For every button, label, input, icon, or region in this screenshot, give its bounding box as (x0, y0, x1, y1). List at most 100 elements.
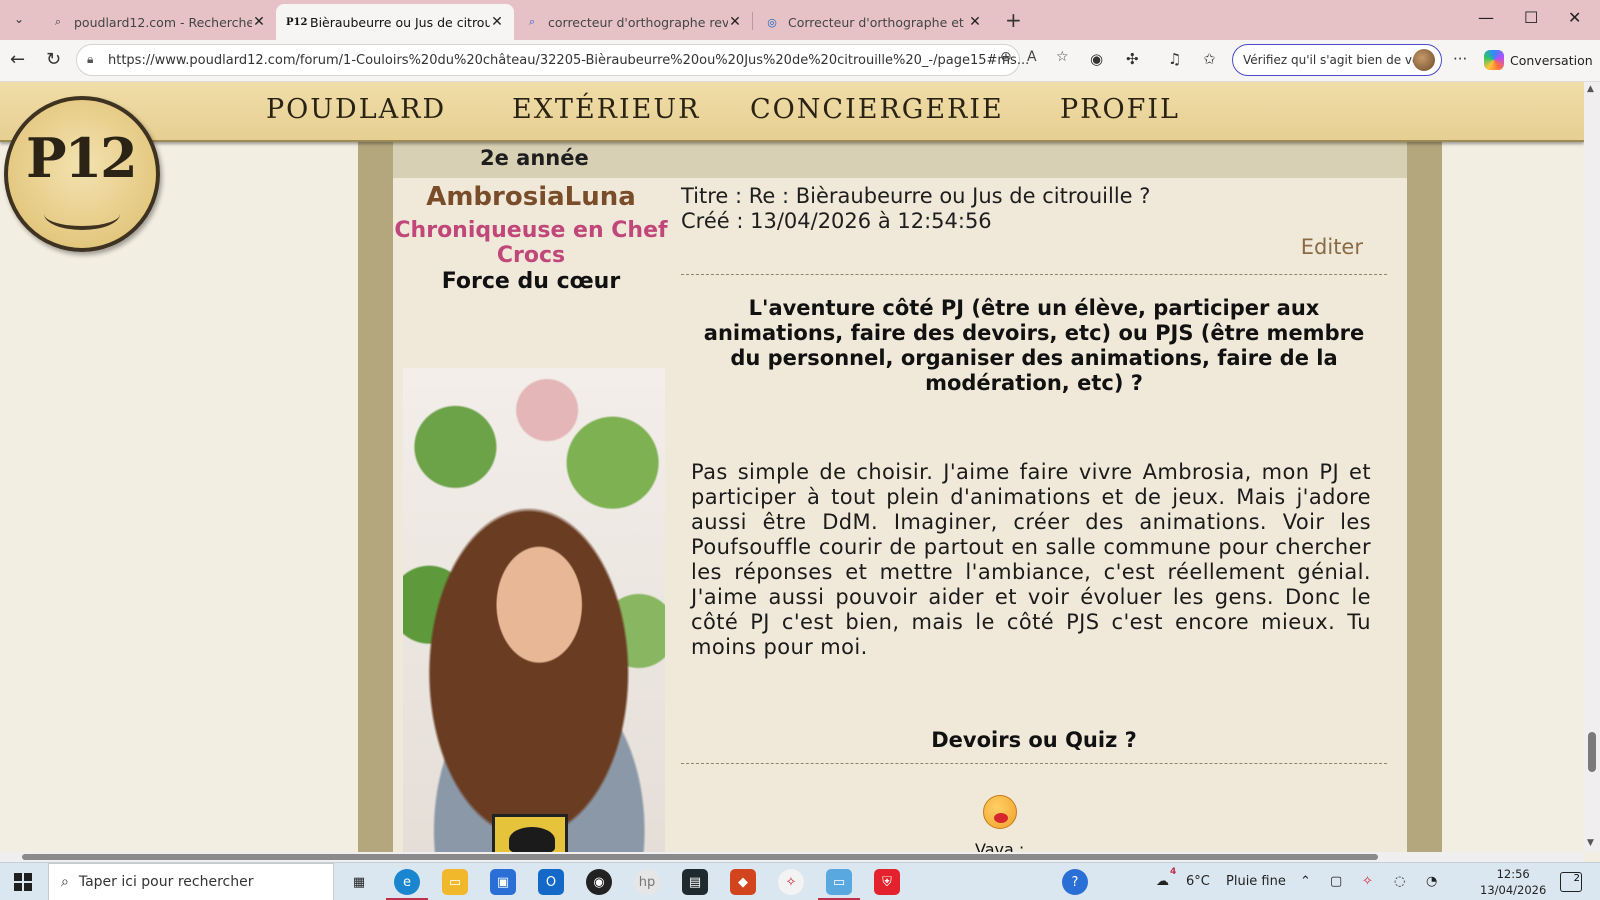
author-avatar (403, 368, 665, 852)
browser-essentials-icon[interactable]: ◉ (1090, 50, 1103, 68)
divider (681, 274, 1387, 275)
help-icon[interactable]: ? (1062, 869, 1088, 895)
windows-start-icon[interactable] (14, 873, 32, 891)
extensions-icon[interactable]: ✣ (1126, 50, 1139, 68)
security-app-icon[interactable]: ◆ (730, 869, 756, 895)
close-tab-icon[interactable]: ✕ (252, 14, 266, 30)
author-force: Force du cœur (441, 269, 621, 294)
vertical-scrollbar[interactable]: ▲ ▼ (1584, 82, 1600, 852)
close-tab-icon[interactable]: ✕ (490, 14, 504, 30)
dragon-emblem-icon (44, 198, 120, 230)
meet-now-icon[interactable]: ▢ (1330, 874, 1342, 889)
zoom-icon[interactable]: ⊕ (1000, 49, 1012, 65)
post-question: L'aventure côté PJ (être un élève, parti… (703, 296, 1365, 395)
taskbar-search-box[interactable]: ⌕ Taper ici pour rechercher (48, 863, 334, 900)
favorite-star-icon[interactable]: ☆ (1056, 49, 1069, 65)
system-clock[interactable]: 12:56 13/04/2026 (1480, 866, 1546, 898)
window-close-icon[interactable]: ✕ (1568, 8, 1581, 27)
post-meta: Titre : Re : Bièraubeurre ou Jus de citr… (681, 184, 1150, 234)
weather-text[interactable]: Pluie fine (1226, 874, 1286, 889)
post-title: Titre : Re : Bièraubeurre ou Jus de citr… (681, 184, 1151, 208)
app-icon[interactable]: ◉ (586, 869, 612, 895)
outlook-icon[interactable]: O (538, 869, 564, 895)
reload-icon[interactable]: ↻ (46, 49, 61, 70)
microsoft-store-icon[interactable]: ▣ (490, 869, 516, 895)
windows-taskbar: ⌕ Taper ici pour rechercher ▦ e ▭ ▣ O ◉ … (0, 862, 1600, 900)
author-title: Chroniqueuse en Chef Crocs (394, 218, 668, 268)
profile-avatar (1413, 49, 1435, 71)
signature-divider (681, 763, 1387, 764)
favorites-icon[interactable]: ✩ (1203, 50, 1216, 68)
reverso-icon: ◎ (767, 15, 777, 29)
copilot-conversation-button[interactable]: Conversation (1484, 50, 1593, 70)
app-tray-icon[interactable]: ✧ (1362, 874, 1373, 889)
search-icon: ⌕ (54, 15, 62, 28)
search-icon: ⌕ (528, 15, 536, 28)
weather-badge: 4 (1170, 867, 1177, 877)
more-menu-icon[interactable]: ··· (1453, 50, 1467, 68)
nav-profil[interactable]: PROFIL (1060, 94, 1180, 125)
scroll-up-icon[interactable]: ▲ (1587, 84, 1594, 94)
browser-tab-strip: ⌄ ⌕ poudlard12.com - Recherche ✕ P12 Biè… (0, 0, 1600, 40)
close-tab-icon[interactable]: ✕ (968, 14, 982, 30)
url-text: https://www.poudlard12.com/forum/1-Coulo… (108, 53, 1030, 68)
antivirus-icon[interactable]: ⛨ (874, 869, 900, 895)
show-hidden-icons-icon[interactable]: ⌃ (1300, 874, 1311, 889)
tab-forum-thread[interactable]: P12 Bièraubeurre ou Jus de citrouille ? … (276, 4, 514, 40)
horizontal-scrollbar[interactable] (0, 852, 1584, 862)
author-username[interactable]: AmbrosiaLuna (393, 182, 669, 212)
tab-search-poudlard[interactable]: ⌕ poudlard12.com - Recherche ✕ (40, 4, 276, 40)
nav-conciergerie[interactable]: CONCIERGERIE (750, 94, 1004, 125)
task-view-icon[interactable]: ▦ (346, 869, 372, 895)
hp-icon[interactable]: hp (634, 869, 660, 895)
file-explorer-icon[interactable]: ▭ (442, 869, 468, 895)
hufflepuff-badger-icon (492, 814, 568, 852)
nav-poudlard[interactable]: POUDLARD (266, 94, 446, 125)
scrollbar-thumb[interactable] (1588, 732, 1596, 772)
post-body: Titre : Re : Bièraubeurre ou Jus de citr… (681, 178, 1387, 852)
back-icon[interactable]: ← (10, 49, 25, 70)
media-icon[interactable]: ♫ (1168, 50, 1181, 68)
copilot-icon (1484, 50, 1504, 70)
camera-app-icon[interactable]: ▤ (682, 869, 708, 895)
post-question-2: Devoirs ou Quiz ? (931, 728, 1137, 752)
nav-exterieur[interactable]: EXTÉRIEUR (512, 94, 700, 125)
tab-reverso-corrector[interactable]: ◎ Correcteur d'orthographe et de gr ✕ (754, 4, 992, 40)
remote-desktop-icon[interactable]: ▭ (818, 869, 860, 900)
post-frame: 2e année AmbrosiaLuna Chroniqueuse en Ch… (358, 142, 1442, 852)
site-logo[interactable]: P12 (4, 96, 160, 252)
tab-actions-menu-icon[interactable]: ⌄ (6, 6, 32, 32)
tab-separator (752, 12, 753, 30)
forum-post: 2e année AmbrosiaLuna Chroniqueuse en Ch… (393, 142, 1407, 852)
post-date: Créé : 13/04/2026 à 12:54:56 (681, 209, 992, 233)
post-author: AmbrosiaLuna Chroniqueuse en Chef Crocs … (393, 178, 669, 294)
maximize-icon[interactable]: ☐ (1524, 8, 1538, 27)
signature-image (1109, 806, 1363, 852)
lock-icon: 🔒︎ (87, 52, 94, 66)
read-aloud-icon[interactable]: A (1027, 49, 1037, 65)
minimize-icon[interactable]: — (1478, 8, 1494, 27)
close-tab-icon[interactable]: ✕ (728, 14, 742, 30)
weather-temp[interactable]: 6°C (1186, 874, 1210, 889)
new-tab-icon[interactable]: + (1005, 8, 1022, 32)
browser-toolbar: ← ↻ 🔒︎ https://www.poudlard12.com/forum/… (0, 40, 1600, 82)
search-icon: ⌕ (61, 874, 69, 890)
p12-favicon: P12 (286, 16, 308, 28)
scroll-down-icon[interactable]: ▼ (1587, 838, 1594, 848)
address-bar[interactable]: 🔒︎ https://www.poudlard12.com/forum/1-Co… (76, 44, 1029, 76)
kiss-smiley-icon (983, 795, 1017, 829)
post-answer: Pas simple de choisir. J'aime faire vivr… (691, 460, 1371, 659)
signature-label: Vava : (975, 840, 1025, 852)
tab-search-reverso[interactable]: ⌕ correcteur d'orthographe reverso ✕ (514, 4, 752, 40)
edit-post-link[interactable]: Editer (1301, 235, 1363, 259)
page-viewport: 2e année AmbrosiaLuna Chroniqueuse en Ch… (0, 82, 1584, 852)
rank-header: 2e année (393, 142, 1407, 178)
app-icon[interactable]: ✧ (778, 869, 804, 895)
network-status-icon[interactable]: ◌ (1394, 874, 1405, 889)
profile-verify-button[interactable]: Vérifiez qu'il s'agit bien de vous (1232, 44, 1442, 76)
notifications-icon[interactable]: 2 (1560, 872, 1582, 892)
scrollbar-thumb[interactable] (22, 854, 1378, 860)
edge-icon[interactable]: e (386, 869, 428, 900)
wifi-icon[interactable]: ◔ (1426, 874, 1437, 889)
weather-icon[interactable]: ☁ (1156, 874, 1169, 889)
